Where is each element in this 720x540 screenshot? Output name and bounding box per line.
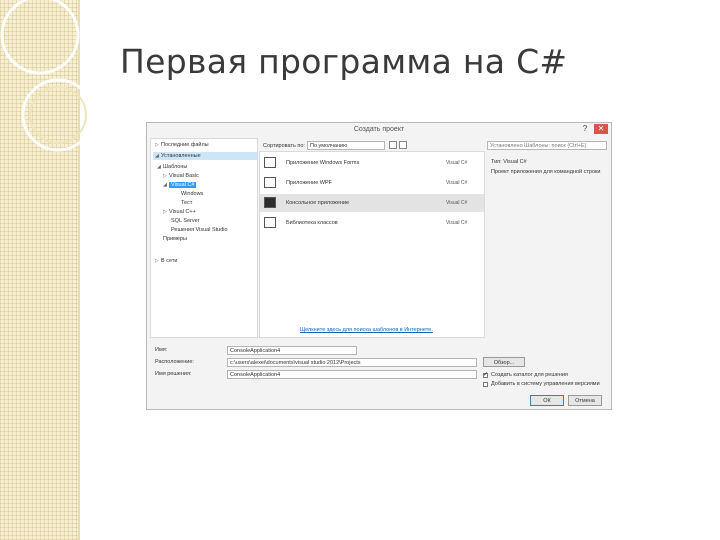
slide-title: Первая программа на C#	[120, 42, 568, 81]
class-library-icon	[264, 217, 276, 228]
list-view-icon[interactable]	[399, 141, 407, 149]
template-list: Приложение Windows Forms Visual C# Прило…	[259, 151, 485, 338]
tree-item-visual-csharp[interactable]: ◢ Visual C#	[163, 181, 197, 189]
tree-item-visual-basic[interactable]: ▷ Visual Basic	[163, 172, 199, 180]
tree-item-installed[interactable]: ◢ Установленные	[153, 152, 257, 160]
tree-item-test[interactable]: Тест	[181, 199, 192, 207]
create-directory-label: Создать каталог для решения	[491, 372, 568, 378]
sort-select[interactable]: По умолчанию	[307, 141, 385, 150]
online-templates-link[interactable]: Щелкните здесь для поиска шаблонов в Инт…	[300, 327, 433, 333]
windows-forms-icon	[264, 157, 276, 168]
close-button[interactable]: ✕	[594, 124, 608, 134]
tree-item-sql-server[interactable]: SQL Server	[171, 217, 200, 225]
ok-button[interactable]: ОК	[530, 395, 564, 406]
tree-item-windows[interactable]: Windows	[181, 190, 203, 198]
tree-item-vs-solutions[interactable]: Решения Visual Studio	[171, 226, 228, 234]
location-input[interactable]: c:\users\alexei\documents\visual studio …	[227, 358, 477, 367]
template-search-input[interactable]: Установлено Шаблоны: поиск (Ctrl+E)	[487, 141, 607, 150]
tree-item-visual-cpp[interactable]: ▷ Visual C++	[163, 208, 196, 216]
sort-label: Сортировать по:	[263, 143, 305, 149]
source-control-checkbox[interactable]	[483, 382, 488, 387]
project-settings: Имя: ConsoleApplication4 Расположение: c…	[147, 341, 611, 409]
slide-decoration-strip	[0, 0, 80, 540]
console-app-icon	[264, 197, 276, 208]
template-item[interactable]: Библиотека классов Visual C#	[260, 214, 484, 232]
template-details: Тип: Visual C# Проект приложения для ком…	[487, 151, 609, 338]
grid-view-icon[interactable]	[389, 141, 397, 149]
source-control-label: Добавить в систему управления версиями	[491, 381, 600, 387]
dialog-titlebar: Создать проект ? ✕	[147, 123, 611, 137]
project-name-input[interactable]: ConsoleApplication4	[227, 346, 357, 355]
template-item[interactable]: Приложение WPF Visual C#	[260, 174, 484, 192]
template-item[interactable]: Приложение Windows Forms Visual C#	[260, 154, 484, 172]
cancel-button[interactable]: Отмена	[568, 395, 602, 406]
tree-item-online[interactable]: ▷ В сети	[155, 257, 177, 265]
solution-name-label: Имя решения:	[155, 371, 192, 377]
create-directory-checkbox[interactable]	[483, 371, 488, 378]
browse-button[interactable]: Обзор...	[483, 357, 525, 367]
name-label: Имя:	[155, 347, 168, 353]
new-project-dialog: Создать проект ? ✕ Сортировать по: По ум…	[146, 122, 612, 410]
dialog-title: Создать проект	[353, 126, 405, 133]
solution-name-input[interactable]: ConsoleApplication4	[227, 370, 477, 379]
tree-item-recent[interactable]: ▷ Последние файлы	[155, 141, 209, 149]
wpf-app-icon	[264, 177, 276, 188]
help-button[interactable]: ?	[579, 124, 591, 134]
template-item-selected[interactable]: Консольное приложение Visual C#	[260, 194, 484, 212]
template-type: Тип: Visual C#	[491, 159, 527, 165]
tree-item-samples[interactable]: Примеры	[163, 235, 187, 243]
tree-item-templates[interactable]: ◢ Шаблоны	[157, 163, 187, 171]
location-label: Расположение:	[155, 359, 194, 365]
template-tree: ▷ Последние файлы ◢ Установленные ◢ Шаблоны…	[150, 138, 258, 338]
template-description: Проект приложения для командной строки	[491, 169, 601, 175]
